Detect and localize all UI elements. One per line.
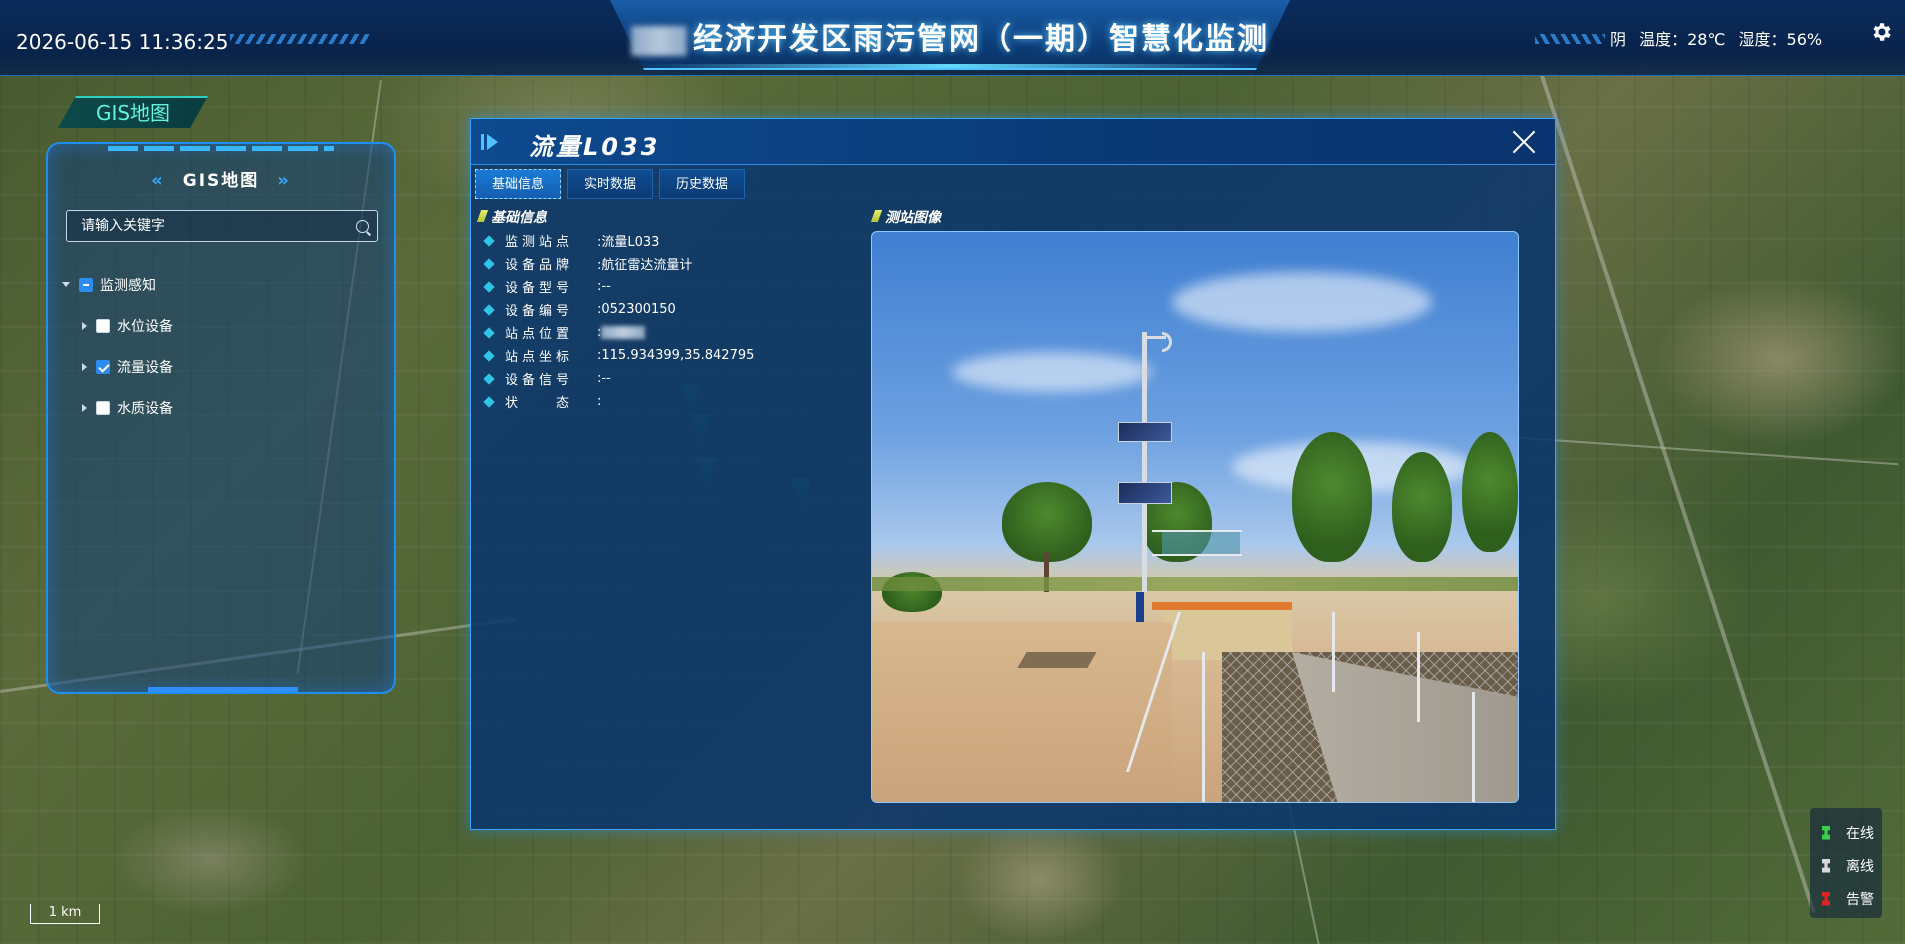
search-icon[interactable]	[356, 220, 369, 233]
legend-online: 在线	[1810, 816, 1882, 849]
caret-right-icon[interactable]	[82, 403, 87, 412]
info-key: 设备品牌	[505, 258, 574, 273]
header-stripes-right	[1535, 34, 1605, 44]
legend-offline: 离线	[1810, 849, 1882, 882]
tree-node-water-level[interactable]: 水位设备	[62, 305, 173, 346]
keyword-search-input[interactable]	[66, 210, 378, 242]
title-glow	[640, 64, 1260, 68]
info-value: :115.934399,35.842795	[597, 348, 755, 363]
info-key: 监测站点	[505, 235, 574, 250]
online-pin-icon	[1822, 825, 1830, 840]
dialog-title: 流量L033	[529, 133, 661, 161]
caret-down-icon[interactable]	[62, 282, 70, 287]
station-info-list: 监测站点 :流量L033 设备品牌 :航征雷达流量计 设备型号 :-- 设备编号…	[481, 229, 754, 413]
basic-info-section-label: 基础信息	[479, 207, 547, 227]
info-row-signal: 设备信号 :--	[481, 367, 754, 390]
legend-label: 离线	[1846, 858, 1874, 875]
diamond-bullet-icon	[483, 234, 495, 247]
tree-node-label: 监测感知	[100, 277, 156, 294]
info-key: 设备编号	[505, 304, 574, 319]
tab-history-data[interactable]: 历史数据	[659, 169, 746, 199]
play-icon	[481, 134, 498, 150]
info-row-model: 设备型号 :--	[481, 275, 754, 298]
tree-node-label: 水位设备	[117, 318, 173, 335]
info-row-serial: 设备编号 :052300150	[481, 298, 754, 321]
redacted-city-name	[631, 25, 687, 56]
info-value: :052300150	[597, 302, 676, 317]
current-datetime: 2026-06-15 11:36:25	[16, 30, 229, 54]
diamond-bullet-icon	[483, 395, 495, 408]
diamond-bullet-icon	[483, 257, 495, 270]
redacted-location	[601, 326, 646, 339]
page-title: 经济开发区雨污管网（一期）智慧化监测	[610, 14, 1290, 58]
device-tree: 监测感知 水位设备 流量设备 水质设备	[62, 264, 173, 428]
tree-node-label: 流量设备	[117, 359, 173, 376]
info-value: :流量L033	[597, 235, 660, 250]
info-row-station: 监测站点 :流量L033	[481, 229, 754, 252]
tab-basic-info[interactable]: 基础信息	[475, 169, 562, 199]
flow-checkbox[interactable]	[96, 359, 110, 374]
tree-node-monitoring[interactable]: 监测感知	[62, 264, 173, 305]
alarm-pin-icon	[1822, 891, 1830, 906]
gis-panel: GIS地图 监测感知 水位设备 流量设备 水质设备	[46, 142, 396, 694]
weather-info: 阴 温度：28℃ 湿度：56%	[1610, 26, 1830, 50]
dialog-header: 流量L033	[471, 119, 1555, 165]
monitoring-checkbox[interactable]	[79, 277, 93, 292]
info-row-coordinates: 站点坐标 :115.934399,35.842795	[481, 344, 754, 367]
tab-realtime-data[interactable]: 实时数据	[567, 169, 654, 199]
info-value: :--	[597, 279, 611, 294]
station-photo	[871, 231, 1519, 803]
caret-right-icon[interactable]	[82, 362, 87, 371]
info-row-brand: 设备品牌 :航征雷达流量计	[481, 252, 754, 275]
dialog-tabs: 基础信息 实时数据 历史数据	[475, 169, 751, 199]
info-row-status: 状 态 :	[481, 390, 754, 413]
tree-node-flow[interactable]: 流量设备	[62, 346, 173, 387]
legend-alarm: 告警	[1810, 882, 1882, 915]
page-title-text: 经济开发区雨污管网（一期）智慧化监测	[693, 22, 1269, 57]
water-level-checkbox[interactable]	[96, 318, 110, 333]
diamond-bullet-icon	[483, 280, 495, 293]
tree-node-water-quality[interactable]: 水质设备	[62, 387, 173, 428]
info-key: 设备信号	[505, 373, 574, 388]
caret-right-icon[interactable]	[82, 321, 87, 330]
map-scale-bar: 1 km	[30, 904, 100, 924]
gis-panel-title: GIS地图	[48, 166, 394, 191]
diamond-bullet-icon	[483, 326, 495, 339]
diamond-bullet-icon	[483, 372, 495, 385]
weather-condition: 阴	[1610, 30, 1627, 49]
panel-top-bar	[108, 146, 334, 151]
station-image-section-label: 测站图像	[873, 207, 941, 227]
diamond-bullet-icon	[483, 349, 495, 362]
top-header: 经济开发区雨污管网（一期）智慧化监测 2026-06-15 11:36:25 阴…	[0, 0, 1905, 76]
diamond-bullet-icon	[483, 303, 495, 316]
info-value: :航征雷达流量计	[597, 258, 693, 273]
info-key: 站点坐标	[505, 350, 574, 365]
legend-label: 在线	[1846, 825, 1874, 842]
weather-temperature: 温度：28℃	[1639, 30, 1726, 49]
station-detail-dialog: 流量L033 基础信息 实时数据 历史数据 基础信息 测站图像 监测站点 :流量…	[470, 118, 1556, 830]
info-key: 设备型号	[505, 281, 574, 296]
info-key: 站点位置	[505, 327, 574, 342]
water-quality-checkbox[interactable]	[96, 400, 110, 415]
info-key: 状 态	[505, 396, 574, 411]
offline-pin-icon	[1822, 858, 1830, 873]
info-value: :	[597, 394, 602, 409]
close-icon[interactable]	[1511, 129, 1537, 155]
tree-node-label: 水质设备	[117, 400, 173, 417]
gear-icon[interactable]	[1870, 20, 1894, 44]
panel-bottom-bar	[148, 687, 298, 692]
gis-map-tab[interactable]: GIS地图	[58, 96, 208, 128]
status-legend: 在线 离线 告警	[1810, 808, 1882, 918]
info-row-location: 站点位置 :	[481, 321, 754, 344]
weather-humidity: 湿度：56%	[1738, 30, 1823, 49]
legend-label: 告警	[1846, 891, 1874, 908]
header-stripes-left	[230, 34, 370, 44]
info-value: :--	[597, 371, 611, 386]
